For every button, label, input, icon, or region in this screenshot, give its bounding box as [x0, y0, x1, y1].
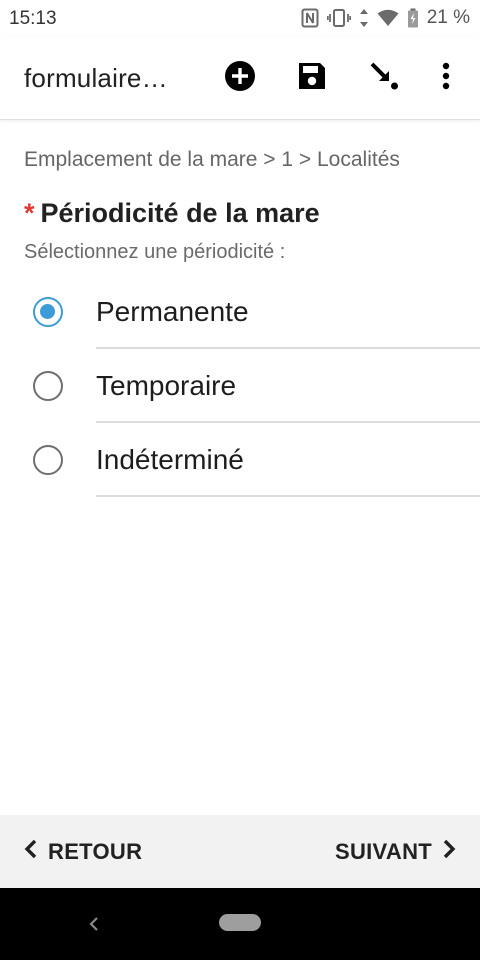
form-navigation-bar: RETOUR SUIVANT: [0, 815, 480, 888]
divider: [96, 495, 480, 497]
next-label: SUIVANT: [334, 839, 432, 864]
radio-button[interactable]: [33, 371, 63, 401]
wifi-icon: [377, 9, 399, 27]
system-back-icon[interactable]: [84, 912, 104, 936]
next-button[interactable]: SUIVANT: [335, 837, 456, 867]
back-label: RETOUR: [48, 839, 143, 864]
status-bar: 15:13 21 %: [0, 0, 480, 36]
radio-button[interactable]: [33, 445, 63, 475]
choice-indetermine[interactable]: Indéterminé: [0, 423, 480, 497]
add-circle-icon: [224, 60, 256, 97]
radio-button-selected[interactable]: [33, 297, 63, 327]
status-icons: 21 %: [301, 6, 470, 30]
choice-label: Indéterminé: [96, 444, 244, 475]
battery-charging-icon: [407, 8, 419, 28]
chevron-right-icon: [432, 839, 456, 865]
save-icon: [297, 61, 327, 96]
add-repeat-button[interactable]: [222, 60, 258, 96]
data-arrows-icon: [359, 8, 369, 28]
overflow-menu-button[interactable]: [428, 60, 464, 96]
battery-percent: 21 %: [426, 7, 470, 28]
system-navigation-bar: [0, 888, 480, 960]
form-title: formulaire…: [24, 63, 168, 93]
app-bar: formulaire…: [0, 36, 480, 120]
chevron-left-icon: [24, 839, 48, 865]
question-label: * Périodicité de la mare: [24, 198, 320, 229]
question-text: Périodicité de la mare: [40, 198, 320, 228]
home-pill-icon[interactable]: [219, 914, 261, 931]
jump-button[interactable]: [366, 60, 402, 96]
question-hint: Sélectionnez une périodicité :: [24, 241, 286, 263]
nfc-icon: [301, 8, 319, 28]
status-time: 15:13: [9, 8, 57, 29]
choice-permanente[interactable]: Permanente: [0, 275, 480, 349]
back-button[interactable]: RETOUR: [24, 837, 142, 867]
required-marker: *: [24, 198, 35, 228]
choice-label: Permanente: [96, 296, 249, 327]
vibrate-icon: [326, 8, 351, 28]
choice-temporaire[interactable]: Temporaire: [0, 349, 480, 423]
jump-arrow-icon: [369, 61, 399, 96]
more-vert-icon: [442, 62, 450, 95]
breadcrumb: Emplacement de la mare > 1 > Localités: [24, 148, 400, 171]
choice-label: Temporaire: [96, 370, 237, 401]
save-button[interactable]: [294, 60, 330, 96]
